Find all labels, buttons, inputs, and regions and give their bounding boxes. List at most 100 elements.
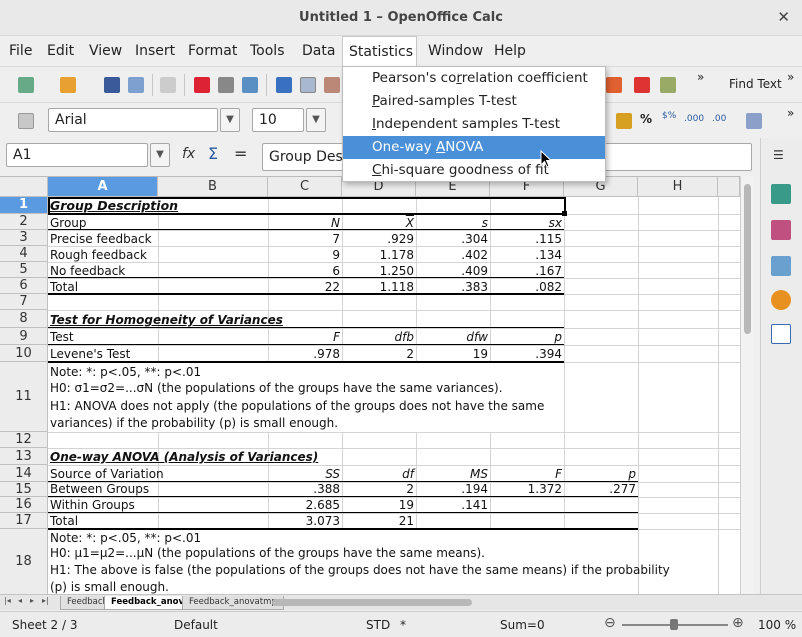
cell-a6[interactable]: Total [48,280,80,294]
cell-d17[interactable]: 21 [342,514,416,528]
cell-c14[interactable]: SS [268,467,342,481]
print-preview-icon[interactable] [242,77,258,93]
cell-e16[interactable]: .141 [416,498,490,512]
cell-c3[interactable]: 7 [268,232,342,246]
format-overflow-icon[interactable]: » [787,106,794,120]
note-line[interactable]: H1: The above is false (the populations … [48,563,672,577]
gallery-icon[interactable] [771,256,791,276]
select-all-corner[interactable] [0,177,48,197]
cell-d5[interactable]: 1.250 [342,264,416,278]
cell-f6[interactable]: .082 [490,280,564,294]
cell-e14[interactable]: MS [416,467,490,481]
chart-icon[interactable] [634,77,650,93]
cell-d2[interactable]: X [342,216,416,230]
row-header[interactable]: 3 [0,230,48,246]
cell-a9[interactable]: Test [48,330,76,344]
note-line[interactable]: Note: *: p<.05, **: p<.01 [48,365,203,379]
cell-a10[interactable]: Levene's Test [48,347,132,361]
cell-f15[interactable]: 1.372 [490,482,564,496]
row-header[interactable]: 6 [0,278,48,294]
cell-a8[interactable]: Test for Homogeneity of Variances [48,313,285,327]
toolbar-overflow-icon[interactable]: » [697,70,704,84]
font-name-dropdown-icon[interactable]: ▼ [220,108,240,132]
note-line[interactable]: (p) is small enough. [48,580,171,594]
menu-format[interactable]: Format [188,43,237,59]
row-header[interactable]: 16 [0,497,48,513]
sidebar-menu-icon[interactable]: ☰ [773,148,784,162]
cell-f5[interactable]: .167 [490,264,564,278]
cell-e9[interactable]: dfw [416,330,490,344]
new-document-icon[interactable] [18,77,34,93]
font-size-dropdown-icon[interactable]: ▼ [306,108,326,132]
tab-scroll-last-icon[interactable]: ▸| [42,596,49,605]
edit-file-icon[interactable] [160,77,176,93]
cell-d14[interactable]: df [342,467,416,481]
menu-help[interactable]: Help [494,43,526,59]
row-header[interactable]: 5 [0,262,48,278]
name-box-dropdown-icon[interactable]: ▼ [150,143,170,167]
status-selection-mode[interactable]: STD [366,618,390,632]
cell-f4[interactable]: .134 [490,248,564,262]
note-line[interactable]: H1: ANOVA does not apply (the population… [48,399,546,413]
menu-item-paired-t-test[interactable]: Paired-samples T-test [343,90,605,113]
row-header[interactable]: 11 [0,362,48,432]
standard-format-icon[interactable]: $% [662,111,676,121]
cell-d9[interactable]: dfb [342,330,416,344]
column-header-b[interactable]: B [158,177,268,197]
row-header[interactable]: 15 [0,482,48,497]
cell-a14[interactable]: Source of Variation [48,467,166,481]
draw-functions-icon[interactable] [660,77,676,93]
styles-icon[interactable] [18,113,34,129]
sum-icon[interactable]: Σ [208,144,218,163]
print-icon[interactable] [218,77,234,93]
name-box[interactable]: A1 [6,143,148,167]
email-icon[interactable] [128,77,144,93]
cell-c6[interactable]: 22 [268,280,342,294]
zoom-level[interactable]: 100 % [758,618,796,632]
cell-a5[interactable]: No feedback [48,264,127,278]
spellcheck-icon[interactable] [276,77,292,93]
row-header[interactable]: 4 [0,246,48,262]
cell-g15[interactable]: .277 [564,482,638,496]
cell-d16[interactable]: 19 [342,498,416,512]
export-pdf-icon[interactable] [194,77,210,93]
cell-e10[interactable]: 19 [416,347,490,361]
zoom-in-icon[interactable]: ⊕ [732,615,744,631]
sort-icon[interactable] [606,77,622,93]
row-header[interactable]: 18 [0,529,48,594]
row-header[interactable]: 12 [0,432,48,448]
cell-g14[interactable]: p [564,467,638,481]
column-header-a[interactable]: A [48,177,158,197]
menu-item-one-way-anova[interactable]: One-way ANOVA [343,136,605,159]
cell-d15[interactable]: 2 [342,482,416,496]
horizontal-scroll-thumb[interactable] [272,599,472,606]
cell-f10[interactable]: .394 [490,347,564,361]
row-header[interactable]: 9 [0,328,48,345]
indent-icon[interactable] [746,113,762,129]
note-line[interactable]: H0: μ1=μ2=...μN (the populations of the … [48,546,487,560]
cell-a15[interactable]: Between Groups [48,482,151,496]
menu-statistics[interactable]: Statistics [342,36,417,66]
cell-e4[interactable]: .402 [416,248,490,262]
cell-a16[interactable]: Within Groups [48,498,137,512]
cell-a3[interactable]: Precise feedback [48,232,154,246]
note-line[interactable]: H0: σ1=σ2=...σN (the populations of the … [48,381,505,395]
sheet-tab-feedback-anovatmp[interactable]: Feedback_anovatmp [182,596,284,610]
menu-tools[interactable]: Tools [250,43,285,59]
cell-d4[interactable]: 1.178 [342,248,416,262]
menu-item-independent-t-test[interactable]: Independent samples T-test [343,113,605,136]
close-icon[interactable]: ✕ [777,8,790,26]
cell-e2[interactable]: s [416,216,490,230]
properties-icon[interactable] [771,184,791,204]
tab-scroll-first-icon[interactable]: |◂ [4,596,11,605]
currency-format-icon[interactable] [616,113,632,129]
row-header[interactable]: 17 [0,513,48,529]
cell-e6[interactable]: .383 [416,280,490,294]
save-icon[interactable] [104,77,120,93]
cell-e5[interactable]: .409 [416,264,490,278]
cell-c4[interactable]: 9 [268,248,342,262]
row-header[interactable]: 1 [0,197,48,214]
cell-e3[interactable]: .304 [416,232,490,246]
tab-scroll-prev-icon[interactable]: ◂ [18,596,22,605]
percent-format-icon[interactable]: % [640,112,652,126]
